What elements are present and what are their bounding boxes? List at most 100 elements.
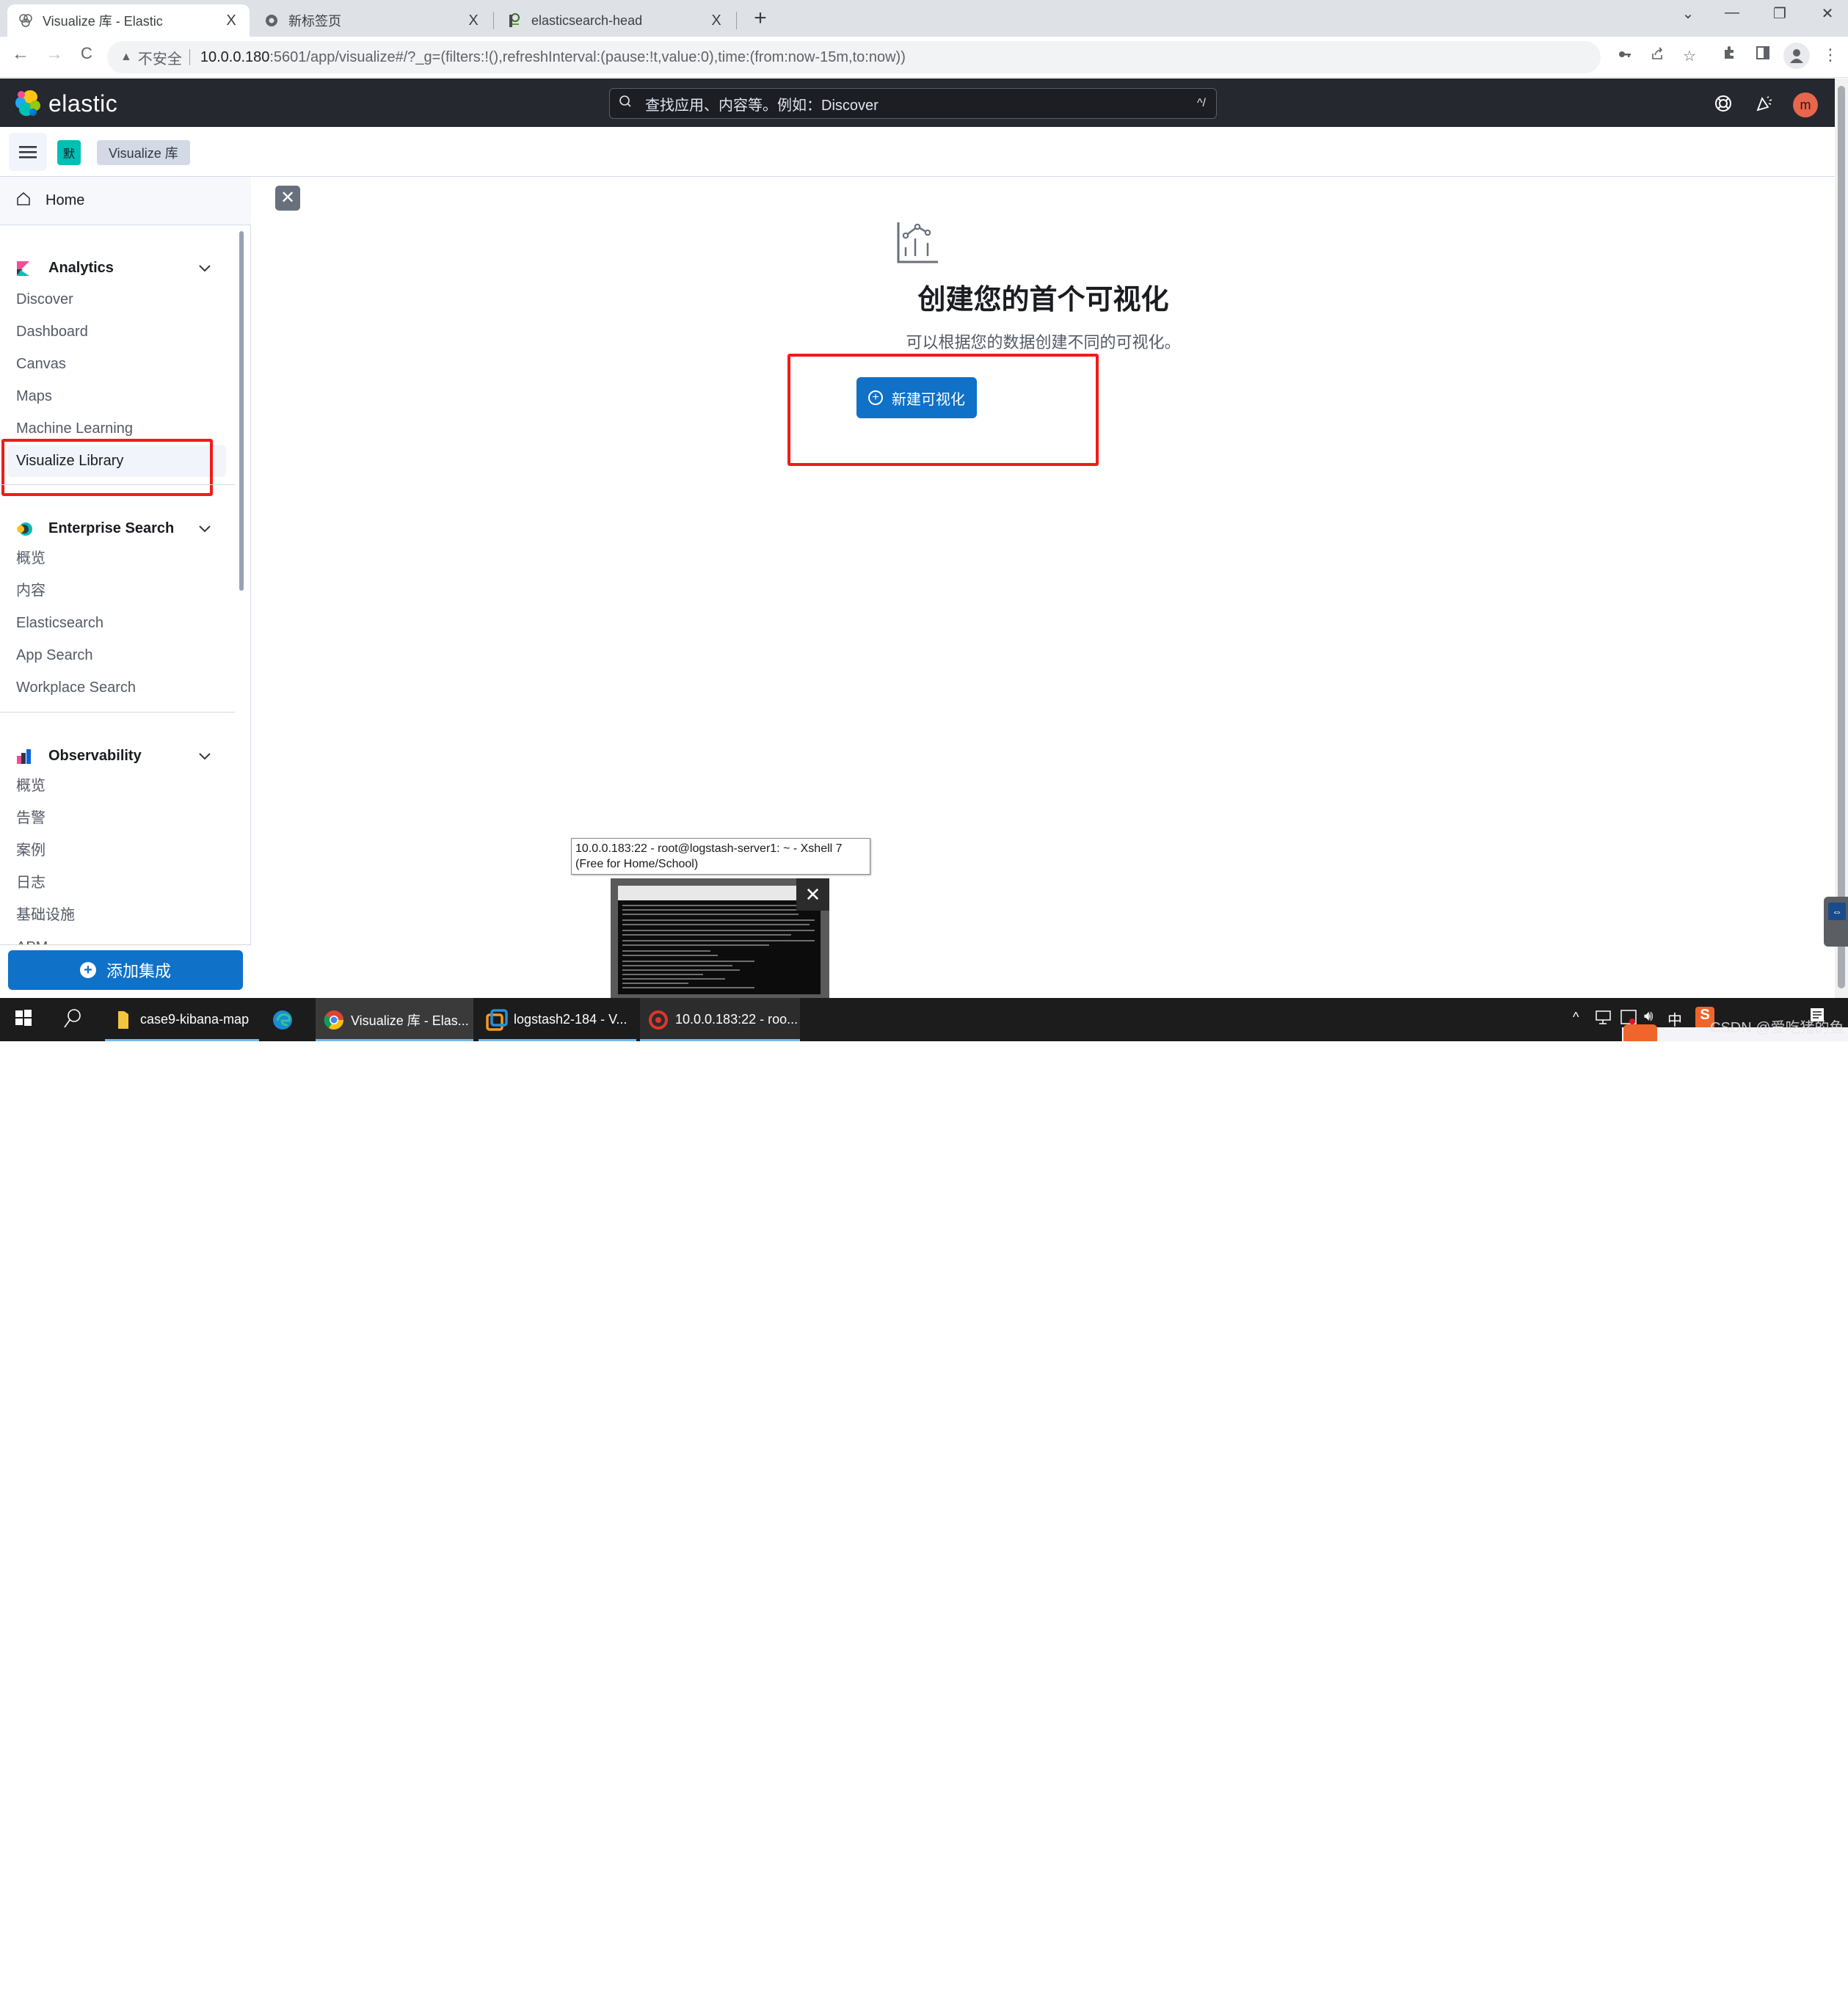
nav-item-infrastructure[interactable]: 基础设施: [16, 902, 75, 928]
side-panel-icon[interactable]: [1751, 45, 1775, 65]
brand-wordmark: elastic: [48, 90, 118, 117]
sogou-floating-icon[interactable]: [1623, 1024, 1657, 1041]
dismiss-button[interactable]: ✕: [275, 186, 300, 211]
elastic-logo[interactable]: elastic: [15, 90, 117, 117]
chevron-down-icon[interactable]: [198, 521, 211, 536]
taskbar-item-folder[interactable]: case9-kibana-map: [105, 998, 259, 1041]
teamviewer-quick-tab[interactable]: ⇔: [1824, 897, 1848, 947]
nav-item-workplace-search[interactable]: Workplace Search: [16, 674, 136, 701]
windows-taskbar: case9-kibana-map Visualize 库 - Elas... l…: [0, 998, 1848, 2014]
terminal-line: [622, 955, 718, 956]
nav-item-cases[interactable]: 案例: [16, 837, 46, 864]
observability-icon: [16, 748, 31, 764]
reload-button[interactable]: C: [73, 44, 100, 63]
terminal-line: [622, 934, 791, 936]
nav-item-es-overview[interactable]: 概览: [16, 545, 46, 572]
menu-toggle-button[interactable]: [9, 133, 47, 171]
volume-icon[interactable]: 🔊︎: [1644, 1008, 1654, 1025]
nav-item-app-search[interactable]: App Search: [16, 642, 93, 668]
browser-tab-newtab[interactable]: 新标签页 X: [253, 4, 492, 37]
taskbar-item-vmware[interactable]: logstash2-184 - V...: [479, 998, 636, 1041]
restore-button[interactable]: ❐: [1765, 4, 1794, 23]
url-host: 10.0.0.180: [200, 48, 270, 65]
close-tab-icon[interactable]: X: [465, 12, 481, 29]
scrollbar-thumb[interactable]: [1838, 86, 1845, 988]
user-avatar[interactable]: m: [1793, 92, 1818, 117]
close-window-button[interactable]: ✕: [1813, 4, 1842, 23]
kibana-subheader: 默 Visualize 库: [0, 127, 1835, 177]
annotation-highlight-box: [1, 439, 213, 496]
chrome-icon: [263, 12, 280, 29]
nav-divider: [0, 484, 235, 485]
taskbar-item-edge[interactable]: [264, 998, 312, 1041]
address-bar[interactable]: ▲ 不安全 10.0.0.180:5601/app/visualize#/?_g…: [107, 41, 1601, 73]
nav-item-es-content[interactable]: 内容: [16, 577, 46, 604]
browser-menu-icon[interactable]: ⋮: [1819, 45, 1842, 65]
network-icon[interactable]: [1594, 1008, 1612, 1030]
preview-thumbnail: [618, 886, 821, 994]
nav-home[interactable]: Home: [0, 177, 251, 225]
taskbar-item-chrome[interactable]: Visualize 库 - Elas...: [316, 998, 473, 1041]
close-preview-button[interactable]: ✕: [796, 878, 829, 911]
taskbar-window-preview[interactable]: ✕: [611, 878, 829, 998]
nav-group-enterprise-search[interactable]: Enterprise Search: [0, 514, 235, 543]
back-button[interactable]: ←: [7, 44, 34, 65]
security-label[interactable]: 不安全: [138, 47, 182, 68]
browser-tab-strip: Visualize 库 - Elastic X 新标签页 X elasticse…: [0, 0, 1848, 37]
nav-item-logs[interactable]: 日志: [16, 870, 46, 896]
extensions-icon[interactable]: [1717, 45, 1741, 65]
search-taskbar-icon[interactable]: [63, 1008, 82, 1033]
terminal-line: [622, 930, 815, 931]
warning-icon[interactable]: ▲: [120, 51, 132, 64]
system-clock[interactable]: 14:31:10: [1732, 2000, 1780, 2015]
sidebar-scrollbar[interactable]: [239, 231, 244, 591]
new-tab-button[interactable]: +: [747, 6, 774, 31]
chevron-down-icon[interactable]: [198, 260, 211, 276]
browser-tab-es-head[interactable]: elasticsearch-head X: [496, 4, 735, 37]
close-tab-icon[interactable]: X: [708, 12, 724, 29]
terminal-line: [622, 965, 732, 966]
nav-item-dashboard[interactable]: Dashboard: [16, 318, 88, 345]
minimize-button[interactable]: —: [1717, 4, 1747, 21]
tab-title: Visualize 库 - Elastic: [43, 14, 163, 29]
tooltip-line: 10.0.0.183:22 - root@logstash-server1: ~…: [575, 842, 843, 855]
add-integrations-button[interactable]: + 添加集成: [8, 950, 243, 990]
profile-icon[interactable]: [1783, 43, 1810, 69]
nav-item-discover[interactable]: Discover: [16, 286, 73, 313]
help-icon[interactable]: [1711, 92, 1735, 115]
nav-item-elasticsearch[interactable]: Elasticsearch: [16, 610, 103, 636]
main-content: ✕ 创建您的首个可视化 可以根据您的数据创建不同的可视化。 + 新建可视化: [252, 177, 1835, 998]
breadcrumb[interactable]: Visualize 库: [97, 140, 190, 165]
tab-divider: [736, 12, 737, 29]
nav-item-alerts[interactable]: 告警: [16, 805, 46, 831]
nav-item-maps[interactable]: Maps: [16, 383, 52, 409]
csdn-watermark: CSDN @爱吃猪的鱼: [1710, 1020, 1844, 1036]
page-scrollbar[interactable]: [1835, 79, 1848, 998]
close-tab-icon[interactable]: X: [223, 12, 239, 29]
share-icon[interactable]: [1647, 47, 1667, 65]
nav-divider: [0, 712, 235, 713]
windows-start-button[interactable]: [15, 1009, 32, 1031]
chevron-down-icon[interactable]: [198, 748, 211, 764]
show-hidden-icons[interactable]: ^: [1573, 1010, 1579, 1025]
keyboard-shortcut-hint: ^/: [1197, 97, 1206, 109]
nav-item-machine-learning[interactable]: Machine Learning: [16, 415, 133, 442]
bookmark-star-icon[interactable]: ☆: [1679, 47, 1700, 65]
browser-tab-visualize[interactable]: Visualize 库 - Elastic X: [7, 4, 250, 37]
browser-toolbar: ← → C ▲ 不安全 10.0.0.180:5601/app/visualiz…: [0, 37, 1848, 78]
nav-item-obs-overview[interactable]: 概览: [16, 773, 46, 799]
key-icon[interactable]: [1615, 47, 1635, 64]
nav-item-canvas[interactable]: Canvas: [16, 351, 66, 377]
space-selector[interactable]: 默: [57, 140, 81, 165]
taskbar-tooltip: 10.0.0.183:22 - root@logstash-server1: ~…: [571, 838, 870, 875]
search-placeholder: 查找应用、内容等。例如：Discover: [645, 97, 878, 114]
empty-state-title: 创建您的首个可视化: [917, 285, 1169, 316]
nav-group-analytics[interactable]: Analytics: [0, 253, 235, 283]
input-method-indicator[interactable]: 中: [1667, 1008, 1682, 1030]
taskbar-item-xshell[interactable]: 10.0.0.183:22 - roo...: [640, 998, 800, 1041]
global-search-input[interactable]: 查找应用、内容等。例如：Discover ^/: [609, 88, 1217, 119]
tab-search-button[interactable]: ⌄: [1673, 4, 1703, 23]
forward-button[interactable]: →: [41, 44, 68, 65]
news-feed-icon[interactable]: [1753, 92, 1776, 115]
nav-group-observability[interactable]: Observability: [0, 741, 235, 770]
